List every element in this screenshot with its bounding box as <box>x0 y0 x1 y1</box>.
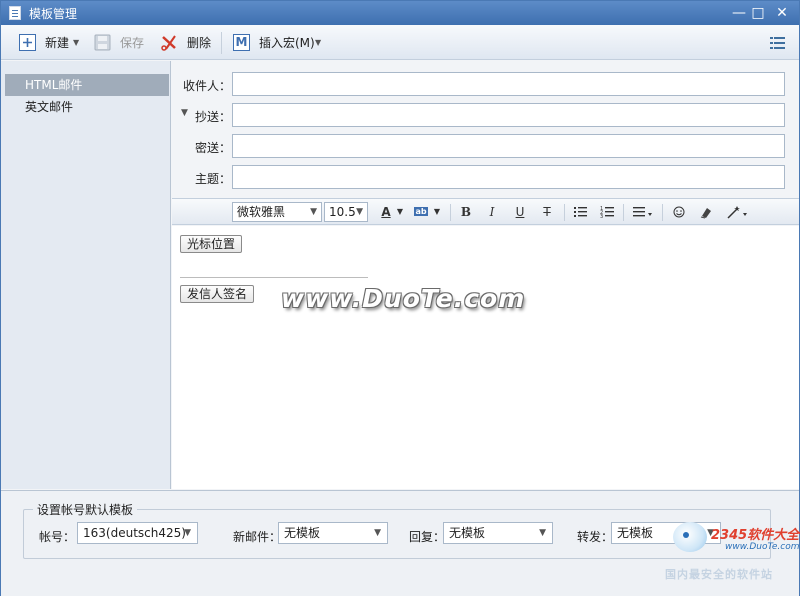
format-separator <box>564 204 565 221</box>
signature-divider <box>180 277 368 278</box>
minimize-button[interactable]: — <box>729 4 749 22</box>
format-separator <box>623 204 624 221</box>
sidebar-item-english-mail[interactable]: 英文邮件 <box>5 96 169 118</box>
save-button[interactable]: 保存 <box>94 32 148 54</box>
account-select[interactable]: 163(deutsch425) ▼ <box>77 522 198 544</box>
insert-macro-label: 插入宏(M) <box>259 36 315 50</box>
cc-row: ▼ 抄送： <box>172 103 799 129</box>
new-button[interactable]: 新建 ▼ <box>19 32 85 54</box>
insert-macro-button[interactable]: M 插入宏(M) ▼ <box>233 32 325 54</box>
delete-button-label: 删除 <box>187 36 212 50</box>
chevron-down-icon: ▼ <box>310 207 317 217</box>
cc-field[interactable] <box>232 103 785 127</box>
new-mail-label: 新邮件： <box>233 530 282 544</box>
group-title: 设置帐号默认模板 <box>33 501 138 518</box>
account-label: 帐号： <box>39 530 76 544</box>
chevron-down-icon[interactable]: ▼ <box>432 203 442 221</box>
new-mail-value: 无模板 <box>284 526 321 540</box>
bcc-row: 密送： <box>172 134 799 160</box>
bcc-field[interactable] <box>232 134 785 158</box>
font-family-select[interactable]: 微软雅黑 ▼ <box>232 202 322 222</box>
new-mail-template-select[interactable]: 无模板 ▼ <box>278 522 388 544</box>
duote-watermark: www.DuoTe.com <box>281 284 526 313</box>
reply-label: 回复： <box>409 530 446 544</box>
subject-label: 主题： <box>194 172 231 186</box>
emoji-icon[interactable] <box>670 203 688 221</box>
window-title: 模板管理 <box>29 7 78 21</box>
font-size-value: 10.5 <box>329 205 356 219</box>
to-row: 收件人： <box>172 72 799 98</box>
numbered-list-icon[interactable]: 1 2 3 <box>598 203 616 221</box>
chevron-down-icon: ▼ <box>315 38 322 47</box>
format-toolbar: 微软雅黑 ▼ 10.5 ▼ A ▼ ab ▼ B I U T 1 2 3 <box>172 198 799 225</box>
subject-row: 主题： <box>172 165 799 191</box>
chevron-down-icon: ▼ <box>539 528 546 538</box>
sender-signature-button[interactable]: 发信人签名 <box>180 285 255 303</box>
save-button-label: 保存 <box>120 36 145 50</box>
bird-mascot-icon <box>673 522 707 552</box>
highlight-icon[interactable]: ab <box>412 203 430 221</box>
forward-value: 无模板 <box>617 526 654 540</box>
format-separator <box>662 204 663 221</box>
cursor-position-button[interactable]: 光标位置 <box>180 235 243 253</box>
align-icon[interactable] <box>631 203 657 221</box>
template-editor-panel: 收件人： ▼ 抄送： 密送： 主题： 微软雅黑 ▼ 10.5 ▼ A ▼ ab … <box>172 61 799 489</box>
site-logo: 2345软件大全 www.DuoTe.com <box>669 516 800 556</box>
chevron-down-icon: ▼ <box>374 528 381 538</box>
font-size-select[interactable]: 10.5 ▼ <box>324 202 368 222</box>
template-list: HTML邮件 英文邮件 <box>1 61 171 489</box>
toolbar-separator <box>221 32 222 54</box>
account-value: 163(deutsch425) <box>83 526 186 540</box>
clear-format-icon[interactable] <box>697 203 715 221</box>
bullet-list-icon[interactable] <box>571 203 589 221</box>
macro-m-icon: M <box>233 34 250 51</box>
maximize-button[interactable]: □ <box>748 4 768 22</box>
chevron-down-icon: ▼ <box>184 528 191 538</box>
editor-area[interactable]: 光标位置 发信人签名 www.DuoTe.com <box>172 226 799 489</box>
to-label: 收件人： <box>182 79 231 93</box>
format-separator <box>450 204 451 221</box>
bcc-label: 密送： <box>194 141 231 155</box>
save-disk-icon <box>94 34 111 51</box>
cc-label: 抄送： <box>194 110 231 124</box>
forward-label: 转发： <box>577 530 614 544</box>
strikethrough-button[interactable]: T <box>538 203 556 221</box>
chevron-down-icon: ▼ <box>73 38 80 47</box>
reply-template-select[interactable]: 无模板 ▼ <box>443 522 553 544</box>
underline-button[interactable]: U <box>511 203 529 221</box>
font-color-icon[interactable]: A <box>377 203 395 221</box>
to-field[interactable] <box>232 72 785 96</box>
add-icon <box>19 34 36 51</box>
new-button-label: 新建 <box>45 36 70 50</box>
chevron-down-icon[interactable]: ▼ <box>395 203 405 221</box>
chevron-down-icon: ▼ <box>356 207 363 217</box>
magic-wand-icon[interactable] <box>725 203 751 221</box>
highlight-glyph: ab <box>414 207 428 216</box>
bold-button[interactable]: B <box>457 203 475 221</box>
title-bar: 模板管理 — □ ✕ <box>1 1 799 25</box>
font-family-value: 微软雅黑 <box>237 205 286 219</box>
italic-button[interactable]: I <box>483 203 501 221</box>
expand-triangle-icon[interactable]: ▼ <box>181 108 188 118</box>
sidebar-item-html-mail[interactable]: HTML邮件 <box>5 74 169 96</box>
delete-button[interactable]: 删除 <box>161 32 215 54</box>
menu-icon[interactable] <box>770 37 785 49</box>
window-document-icon <box>9 6 21 20</box>
delete-scissors-icon <box>161 35 176 51</box>
close-button[interactable]: ✕ <box>772 4 792 22</box>
svg-text:3: 3 <box>600 214 603 220</box>
logo-footer: 国内最安全的软件站 <box>665 568 773 581</box>
template-manager-window: 模板管理 — □ ✕ 新建 ▼ 保存 删除 M 插入宏(M) ▼ HTML邮件 … <box>0 0 800 596</box>
reply-value: 无模板 <box>449 526 486 540</box>
subject-field[interactable] <box>232 165 785 189</box>
logo-site: www.DuoTe.com <box>725 542 800 552</box>
logo-brand: 2345软件大全 <box>711 528 800 543</box>
toolbar: 新建 ▼ 保存 删除 M 插入宏(M) ▼ <box>1 25 799 60</box>
